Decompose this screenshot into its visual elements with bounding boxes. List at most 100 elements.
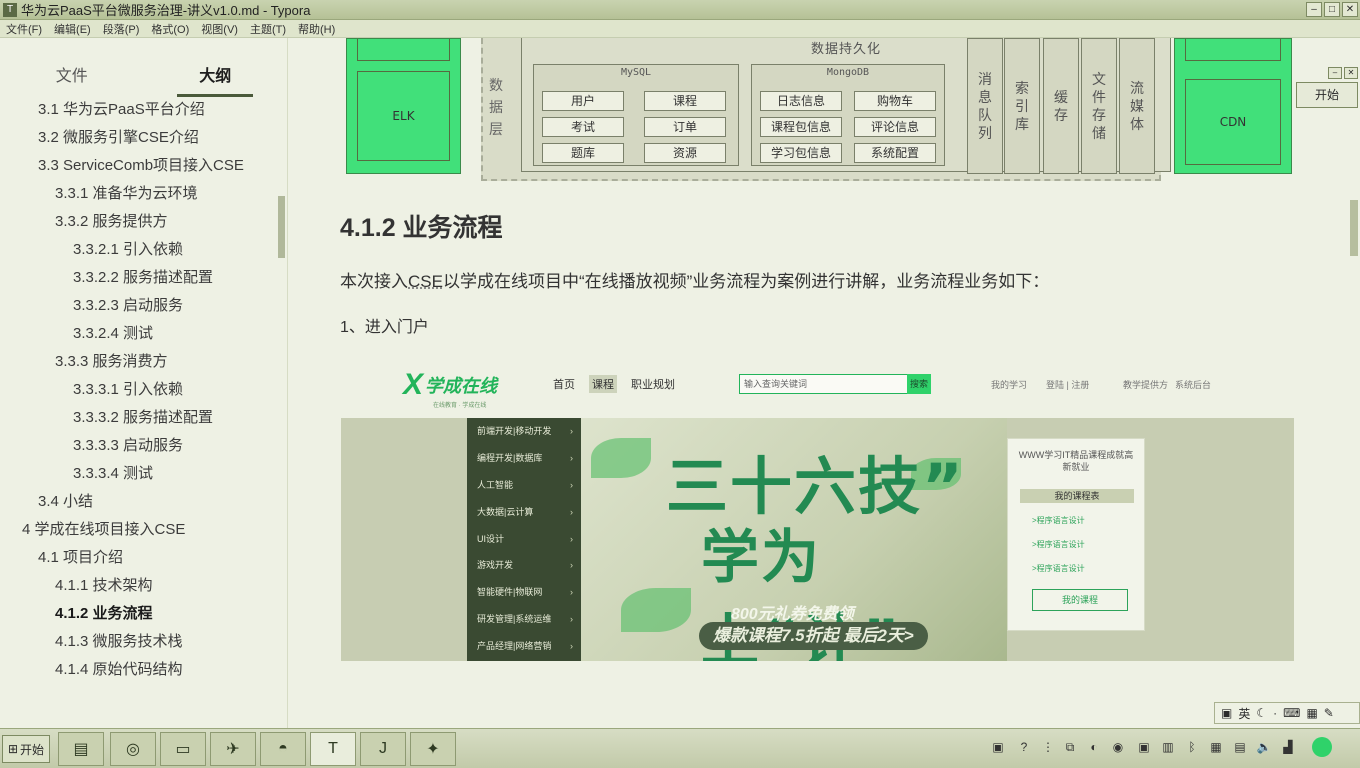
minimize-button[interactable]: –	[1306, 2, 1322, 17]
input-method-icon[interactable]: ▣	[990, 739, 1006, 755]
tray-app-icon[interactable]: ◐	[1086, 739, 1102, 755]
menu-file[interactable]: 文件(F)	[6, 21, 42, 37]
file-manager-app-icon[interactable]: ▤	[58, 732, 104, 766]
ime-logo-icon[interactable]: ▣	[1221, 706, 1232, 720]
upper-cell	[1185, 39, 1281, 61]
tab-outline[interactable]: 大纲	[144, 38, 288, 97]
panel-link: >程序语言设计	[1032, 540, 1085, 549]
menu-edit[interactable]: 编辑(E)	[54, 21, 91, 37]
bluetooth-icon[interactable]: ᛒ	[1184, 739, 1200, 755]
intellij-app-icon[interactable]: J	[360, 732, 406, 766]
tray-app-icon[interactable]: ▣	[1136, 739, 1152, 755]
step-text: 1、进入门户	[340, 319, 429, 336]
tab-files[interactable]: 文件	[0, 38, 144, 96]
category-item: 研发管理|系统运维	[467, 606, 581, 633]
tray-app-icon[interactable]: ▦	[1208, 739, 1224, 755]
outline-item[interactable]: 3.3.2.2 服务描述配置	[0, 264, 287, 292]
outline-item[interactable]: 3.3.3.2 服务描述配置	[0, 404, 287, 432]
category-item: 编程开发|数据库	[467, 445, 581, 472]
portal-banner: 前端开发|移动开发 编程开发|数据库 人工智能 大数据|云计算 UI设计 游戏开…	[341, 418, 1294, 661]
chrome-app-icon[interactable]: ◎	[110, 732, 156, 766]
data-layer-label: 数据层	[489, 77, 503, 137]
typora-app-icon[interactable]: T	[310, 732, 356, 766]
db-cell: 资源	[644, 143, 726, 163]
dot-icon[interactable]: ·	[1273, 706, 1277, 720]
outline-item[interactable]: 3.3.3.3 启动服务	[0, 432, 287, 460]
db-cell: 课程包信息	[760, 117, 842, 137]
outline-item[interactable]: 3.4 小结	[0, 488, 287, 516]
outline-item[interactable]: 3.3 ServiceComb项目接入CSE	[0, 152, 287, 180]
maximize-button[interactable]: □	[1324, 2, 1340, 17]
start-button[interactable]: ⊞ 开始	[2, 735, 50, 763]
floating-start-button[interactable]: 开始	[1296, 82, 1358, 108]
menu-view[interactable]: 视图(V)	[201, 21, 238, 37]
outline-item[interactable]: 3.3.1 准备华为云环境	[0, 180, 287, 208]
outline-item[interactable]: 3.3.3.1 引入依赖	[0, 376, 287, 404]
grid-icon[interactable]: ▦	[1306, 706, 1317, 720]
db-cell: 用户	[542, 91, 624, 111]
db-cell: 考试	[542, 117, 624, 137]
turtle-app-icon[interactable]: ◓	[260, 732, 306, 766]
menu-help[interactable]: 帮助(H)	[298, 21, 335, 37]
outline-item[interactable]: 3.3.2 服务提供方	[0, 208, 287, 236]
bird-app-icon[interactable]: ✈	[210, 732, 256, 766]
float-close-button[interactable]: ✕	[1344, 67, 1358, 79]
hero-free-text: 800元礼券免费领	[731, 606, 854, 623]
index-column: 索引库	[1004, 38, 1040, 174]
menu-theme[interactable]: 主题(T)	[250, 21, 286, 37]
outline-item[interactable]: 3.3.2.1 引入依赖	[0, 236, 287, 264]
db-cell: 购物车	[854, 91, 936, 111]
cdn-box: CDN	[1174, 38, 1292, 174]
outline-item[interactable]: 4.1 项目介绍	[0, 544, 287, 572]
category-item: UI设计	[467, 526, 581, 553]
hero-deal-pill: 爆款课程7.5折起 最后2天>	[699, 622, 928, 650]
help-icon[interactable]: ?	[1016, 739, 1032, 755]
network-status-icon[interactable]	[1312, 737, 1332, 757]
db-cell: 系统配置	[854, 143, 936, 163]
moon-icon[interactable]: ☾	[1256, 706, 1267, 720]
portal-header: X 学成在线 在线教育 · 学成在线 首页 课程 职业规划 输入查询关键词 搜索 …	[341, 356, 1294, 416]
outline-item[interactable]: 4.1.3 微服务技术栈	[0, 628, 287, 656]
outline-item[interactable]: 4 学成在线项目接入CSE	[0, 516, 287, 544]
outline-item[interactable]: 4.1.4 原始代码结构	[0, 656, 287, 684]
outline-item[interactable]: 3.3.3.4 测试	[0, 460, 287, 488]
outline-item[interactable]: 3.3.2.4 测试	[0, 320, 287, 348]
portal-link: 登陆 | 注册	[1046, 380, 1090, 390]
taskbar: ⊞ 开始 ▤ ◎ ▭ ✈ ◓ T J ✦ ▣ ? ⋮ ⧉ ◐ ◉ ▣ ▥ ᛒ ▦ …	[0, 728, 1360, 768]
signal-icon[interactable]: ▟	[1280, 739, 1296, 755]
portal-nav-home: 首页	[553, 379, 575, 391]
leaf-decoration	[621, 588, 691, 632]
outline-item[interactable]: 3.1 华为云PaaS平台介绍	[0, 96, 287, 124]
cse-link[interactable]: CSE	[408, 272, 443, 291]
typora-app-icon: T	[3, 2, 17, 17]
outline-item[interactable]: 3.3.2.3 启动服务	[0, 292, 287, 320]
satellite-app-icon[interactable]: ✦	[410, 732, 456, 766]
outline-item[interactable]: 3.3.3 服务消费方	[0, 348, 287, 376]
volume-icon[interactable]: 🔈	[1256, 739, 1272, 755]
outline-item[interactable]: 4.1.1 技术架构	[0, 572, 287, 600]
menu-paragraph[interactable]: 段落(P)	[103, 21, 140, 37]
portal-search-input: 输入查询关键词	[739, 374, 931, 394]
tray-app-icon[interactable]: ▥	[1160, 739, 1176, 755]
outline-item-current[interactable]: 4.1.2 业务流程	[0, 600, 287, 628]
portal-search-button: 搜索	[907, 374, 931, 394]
editor-scrollbar[interactable]	[1350, 200, 1358, 256]
db-cell: 订单	[644, 117, 726, 137]
menu-format[interactable]: 格式(O)	[151, 21, 189, 37]
category-item: 游戏开发	[467, 552, 581, 579]
mysql-group: MySQL 用户 课程 考试 订单 题库 资源	[533, 64, 739, 166]
sidebar-scrollbar[interactable]	[278, 196, 285, 258]
tray-app-icon[interactable]: ▤	[1232, 739, 1248, 755]
ime-lang[interactable]: 英	[1238, 705, 1250, 722]
outline-item[interactable]: 3.2 微服务引擎CSE介绍	[0, 124, 287, 152]
panel-link: >程序语言设计	[1032, 564, 1085, 573]
keyboard-icon[interactable]: ⌨	[1283, 706, 1300, 720]
chevron-up-icon[interactable]: ⋮	[1040, 739, 1056, 755]
editor-content: ELK 数据层 数据持久化 MySQL 用户 课程 考试 订单 题库 资源 Mo…	[289, 38, 1349, 728]
close-button[interactable]: ✕	[1342, 2, 1358, 17]
terminal-app-icon[interactable]: ▭	[160, 732, 206, 766]
wrench-icon[interactable]: ✎	[1324, 706, 1334, 720]
tray-app-icon[interactable]: ⧉	[1062, 739, 1078, 755]
tray-app-icon[interactable]: ◉	[1110, 739, 1126, 755]
float-minimize-button[interactable]: –	[1328, 67, 1342, 79]
